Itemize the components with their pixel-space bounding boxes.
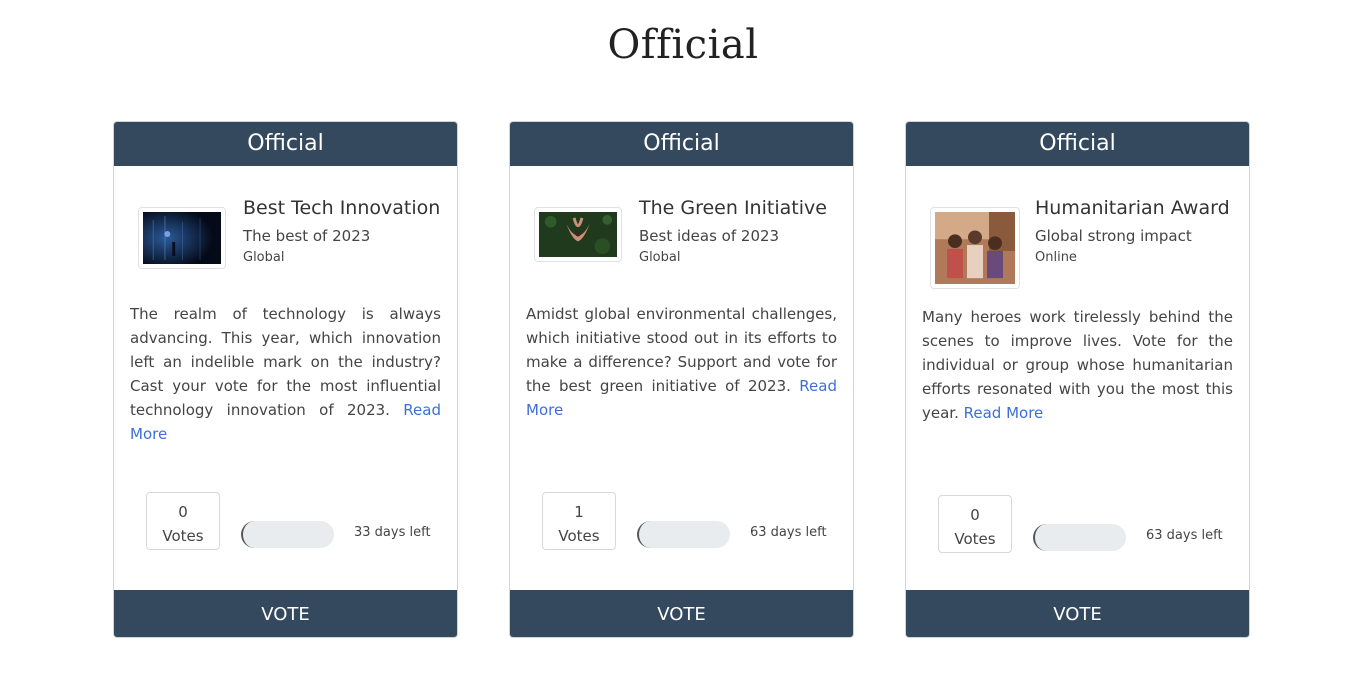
award-card-green: Official The Green Initiative Best ideas…: [509, 121, 854, 638]
card-header: Official: [114, 122, 457, 166]
award-card-tech: Official Best Tech Innovation The best o…: [113, 121, 458, 638]
votes-progress-bar: [637, 521, 730, 548]
votes-count: 0: [970, 506, 980, 524]
award-subtitle: The best of 2023: [243, 227, 371, 245]
votes-progress-bar: [1033, 524, 1126, 551]
votes-counter: 0 Votes: [938, 495, 1012, 553]
hands-holding-seedling-image: [539, 212, 617, 257]
award-description: Many heroes work tirelessly behind the s…: [922, 305, 1233, 425]
vote-button[interactable]: VOTE: [906, 590, 1249, 637]
award-scope: Global: [243, 250, 285, 265]
votes-count: 1: [574, 503, 584, 521]
night-forest-light-image: [143, 212, 221, 264]
description-text: The realm of technology is always advanc…: [130, 305, 441, 419]
award-thumbnail: [534, 207, 622, 262]
card-summary: The Green Initiative Best ideas of 2023 …: [534, 197, 843, 287]
award-info: Best Tech Innovation The best of 2023 Gl…: [243, 197, 447, 265]
award-subtitle: Best ideas of 2023: [639, 227, 780, 245]
card-summary: Best Tech Innovation The best of 2023 Gl…: [138, 197, 447, 287]
group-of-children-image: [935, 212, 1015, 284]
votes-counter: 0 Votes: [146, 492, 220, 550]
award-description: The realm of technology is always advanc…: [130, 302, 441, 446]
votes-row: 0 Votes 63 days left: [938, 495, 1233, 553]
award-name: The Green Initiative: [639, 197, 827, 219]
days-left: 63 days left: [1146, 528, 1223, 543]
award-info: Humanitarian Award Global strong impact …: [1035, 197, 1239, 265]
award-scope: Online: [1035, 250, 1077, 265]
read-more-link[interactable]: Read More: [964, 404, 1044, 422]
votes-count: 0: [178, 503, 188, 521]
card-summary: Humanitarian Award Global strong impact …: [930, 197, 1239, 289]
award-name: Humanitarian Award: [1035, 197, 1230, 219]
days-left: 63 days left: [750, 525, 827, 540]
vote-button[interactable]: VOTE: [510, 590, 853, 637]
votes-row: 1 Votes 63 days left: [542, 492, 837, 550]
card-header: Official: [510, 122, 853, 166]
votes-label: Votes: [558, 527, 600, 545]
days-left: 33 days left: [354, 525, 431, 540]
award-thumbnail: [930, 207, 1020, 289]
award-subtitle: Global strong impact: [1035, 227, 1192, 245]
votes-label: Votes: [954, 530, 996, 548]
award-info: The Green Initiative Best ideas of 2023 …: [639, 197, 843, 265]
votes-label: Votes: [162, 527, 204, 545]
award-card-humanitarian: Official Humanitarian Award Global stron…: [905, 121, 1250, 638]
page-title: Official: [607, 22, 759, 68]
votes-row: 0 Votes 33 days left: [146, 492, 441, 550]
award-description: Amidst global environmental challenges, …: [526, 302, 837, 422]
votes-counter: 1 Votes: [542, 492, 616, 550]
award-name: Best Tech Innovation: [243, 197, 441, 219]
description-text: Amidst global environmental challenges, …: [526, 305, 837, 395]
award-thumbnail: [138, 207, 226, 269]
votes-progress-bar: [241, 521, 334, 548]
vote-button[interactable]: VOTE: [114, 590, 457, 637]
award-scope: Global: [639, 250, 681, 265]
card-header: Official: [906, 122, 1249, 166]
